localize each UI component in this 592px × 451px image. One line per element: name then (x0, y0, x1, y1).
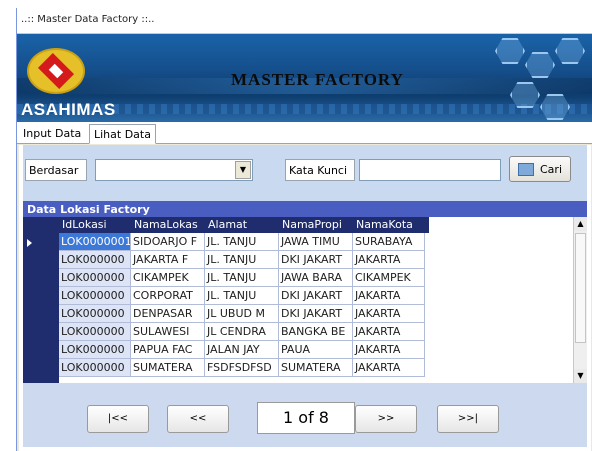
table-cell[interactable]: JAKARTA F (131, 251, 205, 269)
table-cell[interactable]: DKI JAKART (279, 305, 353, 323)
table-cell[interactable]: JL. TANJU (205, 251, 279, 269)
table-cell[interactable]: DENPASAR (131, 305, 205, 323)
table-cell[interactable]: PAUA (279, 341, 353, 359)
table-cell[interactable]: DKI JAKART (279, 251, 353, 269)
table-cell[interactable]: LOK000000 (59, 287, 131, 305)
table-cell[interactable]: LOK000000 (59, 323, 131, 341)
table-cell[interactable]: LOK000000 (59, 359, 131, 377)
table-cell[interactable]: JAKARTA (353, 251, 425, 269)
table-cell[interactable]: LOK000000 (59, 341, 131, 359)
scroll-up-icon[interactable]: ▲ (574, 217, 587, 231)
app-window: ..:: Master Data Factory ::.. ASAHIMAS M… (16, 8, 592, 451)
table-cell[interactable]: JL. TANJU (205, 233, 279, 251)
table-cell[interactable]: SUMATERA (131, 359, 205, 377)
table-cell[interactable]: JAWA TIMU (279, 233, 353, 251)
table-cell[interactable]: JL. TANJU (205, 287, 279, 305)
kata-kunci-label: Kata Kunci (285, 159, 355, 181)
scroll-thumb[interactable] (575, 233, 586, 343)
table-cell[interactable]: LOK000000 (59, 305, 131, 323)
table-cell[interactable]: CIKAMPEK (353, 269, 425, 287)
scroll-down-icon[interactable]: ▼ (574, 369, 587, 383)
table-cell[interactable]: JL. TANJU (205, 269, 279, 287)
table-cell[interactable]: CORPORAT (131, 287, 205, 305)
pager: |<< << 1 of 8 >> >>| (23, 383, 587, 447)
table-cell[interactable]: JAKARTA (353, 359, 425, 377)
table-cell[interactable]: JAKARTA (353, 323, 425, 341)
table-cell[interactable]: PAPUA FAC (131, 341, 205, 359)
column-header[interactable]: Alamat (205, 217, 279, 233)
prev-page-button[interactable]: << (167, 405, 229, 433)
table-cell[interactable]: LOK0000001 (59, 233, 131, 251)
current-row-icon (27, 239, 32, 247)
next-page-button[interactable]: >> (355, 405, 417, 433)
kata-kunci-input[interactable] (359, 159, 501, 181)
berdasar-dropdown[interactable]: ▼ (95, 159, 253, 181)
column-header[interactable]: NamaLokas (131, 217, 205, 233)
table-cell[interactable]: DKI JAKART (279, 287, 353, 305)
table-cell[interactable]: JAKARTA (353, 287, 425, 305)
tab-input-data[interactable]: Input Data (19, 124, 85, 144)
tab-bar: Input Data Lihat Data (17, 122, 592, 144)
table-cell[interactable]: SULAWESI (131, 323, 205, 341)
tab-panel: Berdasar ▼ Kata Kunci Cari Data Lokasi F… (19, 145, 591, 451)
data-grid[interactable]: IdLokasi NamaLokas Alamat NamaPropi NamaKota… (23, 217, 587, 383)
page-indicator: 1 of 8 (257, 402, 355, 434)
cari-label: Cari (540, 163, 562, 176)
table-cell[interactable]: JAKARTA (353, 341, 425, 359)
page-title: MASTER FACTORY (231, 70, 404, 89)
title-bar: ..:: Master Data Factory ::.. (17, 8, 592, 34)
table-cell[interactable]: JL CENDRA (205, 323, 279, 341)
cari-button[interactable]: Cari (509, 156, 571, 182)
table-cell[interactable]: JALAN JAY (205, 341, 279, 359)
window-title: ..:: Master Data Factory ::.. (21, 14, 155, 25)
table-cell[interactable]: JL UBUD M (205, 305, 279, 323)
column-header[interactable]: NamaPropi (279, 217, 353, 233)
grid-caption: Data Lokasi Factory (23, 201, 587, 217)
table-cell[interactable]: CIKAMPEK (131, 269, 205, 287)
hexagon-decoration (495, 38, 525, 64)
table-cell[interactable]: JAWA BARA (279, 269, 353, 287)
column-header[interactable]: IdLokasi (59, 217, 131, 233)
tab-lihat-data[interactable]: Lihat Data (89, 124, 156, 144)
header-banner: ASAHIMAS MASTER FACTORY (17, 34, 592, 122)
column-header[interactable]: NamaKota (353, 217, 425, 233)
monitor-icon (518, 163, 534, 176)
berdasar-label: Berdasar (25, 159, 87, 181)
table-cell[interactable]: LOK000000 (59, 269, 131, 287)
table-cell[interactable]: SIDOARJO F (131, 233, 205, 251)
last-page-button[interactable]: >>| (437, 405, 499, 433)
content-area: Berdasar ▼ Kata Kunci Cari Data Lokasi F… (23, 145, 587, 447)
table-cell[interactable]: FSDFSDFSD (205, 359, 279, 377)
table-cell[interactable]: JAKARTA (353, 305, 425, 323)
chevron-down-icon[interactable]: ▼ (235, 161, 251, 179)
vertical-scrollbar[interactable]: ▲ ▼ (573, 217, 587, 383)
table-cell[interactable]: SURABAYA (353, 233, 425, 251)
first-page-button[interactable]: |<< (87, 405, 149, 433)
table-cell[interactable]: SUMATERA (279, 359, 353, 377)
table-cell[interactable]: BANGKA BE (279, 323, 353, 341)
brand-name: ASAHIMAS (21, 100, 116, 119)
table-cell[interactable]: LOK000000 (59, 251, 131, 269)
